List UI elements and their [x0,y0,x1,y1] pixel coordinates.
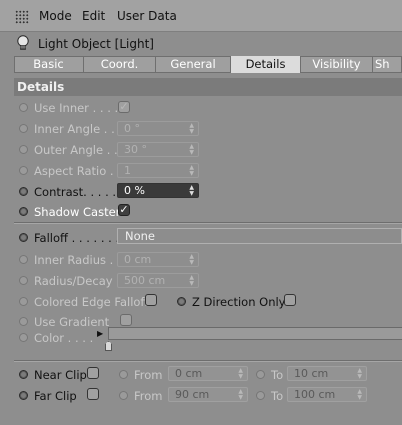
use-gradient-label: Use Gradient [34,315,110,329]
color-gradient-bar[interactable] [108,327,402,340]
shadow-caster-label: Shadow Caster [34,205,121,219]
near-clip-from-field[interactable]: 0 cm ▲ ▼ [168,366,248,381]
far-clip-from-field[interactable]: 90 cm ▲ ▼ [168,387,248,402]
animate-radio-inner-angle[interactable] [19,124,28,133]
animate-radio-near-clip-to[interactable] [256,370,265,379]
tab-shadow[interactable]: Sh [373,56,402,73]
far-clip-to-value: 100 cm [294,388,336,401]
far-clip-label: Far Clip [34,389,77,403]
animate-radio-colored-edge-falloff[interactable] [19,297,28,306]
near-clip-checkbox[interactable] [87,367,99,379]
contrast-field[interactable]: 0 % ▲ ▼ [117,183,199,198]
expand-arrow-icon[interactable]: ▶ [97,329,103,338]
spinner-icon: ▲ ▼ [357,367,362,380]
inner-radius-value: 0 cm [124,253,152,266]
tab-visibility[interactable]: Visibility [301,56,373,73]
spinner-icon: ▲ ▼ [238,388,243,401]
near-clip-label: Near Clip [34,368,87,382]
animate-radio-shadow-caster[interactable] [19,207,28,216]
tab-coord[interactable]: Coord. [84,56,156,73]
inner-angle-value: 0 ° [124,122,140,135]
radius-decay-label: Radius/Decay [34,274,113,288]
aspect-ratio-value: 1 [124,164,131,177]
tab-details[interactable]: Details [231,56,301,73]
animate-radio-use-gradient[interactable] [19,317,28,326]
animate-radio-near-clip[interactable] [19,370,28,379]
animate-radio-far-clip[interactable] [19,391,28,400]
spinner-icon: ▲ ▼ [189,164,194,177]
divider [14,223,402,224]
far-clip-from-value: 90 cm [175,388,210,401]
far-clip-checkbox[interactable] [87,388,99,400]
inner-radius-label: Inner Radius . . [34,253,121,267]
spinner-icon: ▲ ▼ [189,274,194,287]
near-clip-to-field[interactable]: 10 cm ▲ ▼ [287,366,367,381]
animate-radio-color[interactable] [19,333,28,342]
colored-edge-falloff-checkbox[interactable] [145,294,157,306]
animate-radio-far-clip-from[interactable] [119,391,128,400]
near-clip-from-value: 0 cm [175,367,203,380]
outer-angle-label: Outer Angle . . . [34,143,125,157]
animate-radio-falloff[interactable] [19,233,28,242]
far-clip-from-label: From [134,389,163,403]
light-bulb-icon [17,35,29,50]
use-inner-checkbox[interactable]: ✓ [118,101,130,113]
animate-radio-outer-angle[interactable] [19,145,28,154]
near-clip-to-label: To [271,368,284,382]
inner-angle-label: Inner Angle . . . [34,122,123,136]
grip-icon[interactable] [15,10,29,24]
z-direction-only-checkbox[interactable] [284,294,296,306]
object-title: Light Object [Light] [38,37,154,51]
section-header [14,78,402,96]
section-title: Details [17,80,65,94]
spinner-icon: ▲ ▼ [357,388,362,401]
far-clip-to-field[interactable]: 100 cm ▲ ▼ [287,387,367,402]
animate-radio-far-clip-to[interactable] [256,391,265,400]
animate-radio-radius-decay[interactable] [19,276,28,285]
inner-angle-field[interactable]: 0 ° ▲ ▼ [117,121,199,136]
animate-radio-aspect-ratio[interactable] [19,166,28,175]
color-label: Color . . . . [34,331,94,345]
radius-decay-field[interactable]: 500 cm ▲ ▼ [117,273,199,288]
tab-basic[interactable]: Basic [14,56,84,73]
contrast-value: 0 % [124,184,145,197]
spinner-icon: ▲ ▼ [189,184,194,197]
falloff-label: Falloff . . . . . . . . [34,231,127,245]
menu-user-data[interactable]: User Data [117,9,177,23]
colored-edge-falloff-label: Colored Edge Falloff [34,295,149,309]
gradient-knob[interactable] [105,341,112,351]
animate-radio-use-inner[interactable] [19,103,28,112]
shadow-caster-checkbox[interactable]: ✓ [118,204,130,216]
animate-radio-inner-radius[interactable] [19,255,28,264]
spinner-icon: ▲ ▼ [238,367,243,380]
spinner-icon: ▲ ▼ [189,122,194,135]
z-direction-only-label: Z Direction Only [192,295,286,309]
animate-radio-contrast[interactable] [19,187,28,196]
spinner-icon: ▲ ▼ [189,253,194,266]
menu-mode[interactable]: Mode [39,9,72,23]
animate-radio-z-direction-only[interactable] [177,297,186,306]
aspect-ratio-label: Aspect Ratio . . [34,164,121,178]
outer-angle-field[interactable]: 30 ° ▲ ▼ [117,142,199,157]
near-clip-to-value: 10 cm [294,367,329,380]
use-gradient-checkbox[interactable] [120,314,132,326]
radius-decay-value: 500 cm [124,274,166,287]
menu-edit[interactable]: Edit [82,9,105,23]
use-inner-label: Use Inner . . . . . [34,101,126,115]
falloff-dropdown[interactable]: None [117,228,402,244]
spinner-icon: ▲ ▼ [189,143,194,156]
inner-radius-field[interactable]: 0 cm ▲ ▼ [117,252,199,267]
aspect-ratio-field[interactable]: 1 ▲ ▼ [117,163,199,178]
tab-general[interactable]: General [156,56,231,73]
animate-radio-near-clip-from[interactable] [119,370,128,379]
outer-angle-value: 30 ° [124,143,147,156]
far-clip-to-label: To [271,389,284,403]
divider [14,361,402,362]
near-clip-from-label: From [134,368,163,382]
